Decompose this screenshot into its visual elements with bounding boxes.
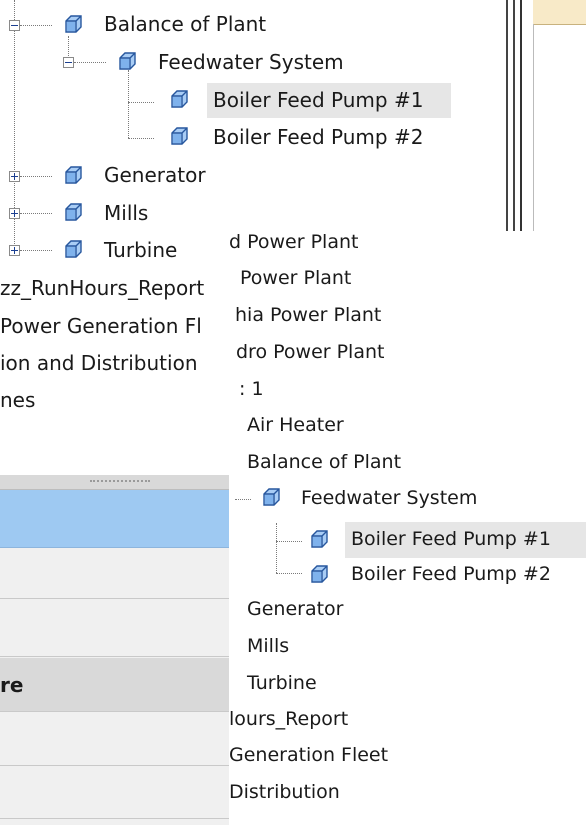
tree-node-turbine-front[interactable]: Turbine: [247, 674, 317, 693]
panel-row[interactable]: [0, 767, 229, 819]
title-strip: [533, 0, 586, 25]
panel-row[interactable]: [0, 600, 229, 657]
panel-row-selected[interactable]: [0, 490, 229, 548]
tree-node-boiler-feed-pump-1-front[interactable]: Boiler Feed Pump #1: [351, 530, 551, 549]
expand-toggle-mills[interactable]: [9, 208, 20, 219]
tree-node-mills[interactable]: Mills: [104, 203, 148, 223]
panel-row[interactable]: [0, 549, 229, 599]
tree-node-feedwater-system-front[interactable]: Feedwater System: [301, 489, 477, 508]
panel-row-header[interactable]: re: [0, 658, 229, 712]
cube-icon: [119, 52, 136, 70]
tree-node-feedwater-system[interactable]: Feedwater System: [158, 52, 344, 72]
tree-node-hydro-power-plant[interactable]: dro Power Plant: [236, 343, 384, 362]
tree-node-power-generation-fleet[interactable]: Power Generation Fl: [0, 316, 202, 336]
tree-node-lines[interactable]: nes: [0, 390, 35, 410]
window-frame-right: [503, 0, 586, 232]
cube-icon: [311, 565, 328, 583]
tree-node-balance-of-plant[interactable]: Balance of Plant: [104, 14, 266, 34]
expand-toggle-turbine[interactable]: [9, 245, 20, 256]
cube-icon: [263, 488, 280, 506]
expand-toggle-generator[interactable]: [9, 171, 20, 182]
cube-icon: [171, 127, 188, 145]
panel-row[interactable]: [0, 713, 229, 766]
tree-node-runhours-report[interactable]: zz_RunHours_Report: [0, 278, 204, 298]
tree-node-generator[interactable]: Generator: [104, 165, 206, 185]
cube-icon: [65, 203, 82, 221]
collapse-toggle-feedwater-system[interactable]: [63, 57, 74, 68]
cube-icon: [65, 240, 82, 258]
tree-node-mills-front[interactable]: Mills: [247, 637, 289, 656]
panel-header-bar[interactable]: [0, 475, 229, 490]
tree-node-distribution[interactable]: Distribution: [229, 783, 340, 802]
property-panel: re: [0, 475, 230, 825]
cube-icon: [65, 166, 82, 184]
tree-node-runhours-report-front[interactable]: lours_Report: [229, 710, 348, 729]
tree-node-transmission-distribution[interactable]: ion and Distribution: [0, 353, 198, 373]
tree-node-boiler-feed-pump-2[interactable]: Boiler Feed Pump #2: [213, 127, 423, 147]
tree-node-generation-fleet[interactable]: Generation Fleet: [229, 746, 388, 765]
tree-node-power-plant-2[interactable]: Power Plant: [240, 269, 351, 288]
tree-node-air-heater[interactable]: Air Heater: [247, 416, 344, 435]
tree-node-power-plant-1[interactable]: d Power Plant: [229, 233, 358, 252]
cube-icon: [311, 530, 328, 548]
tree-node-boiler-feed-pump-2-front[interactable]: Boiler Feed Pump #2: [351, 565, 551, 584]
cube-icon: [65, 15, 82, 33]
collapse-toggle-balance-of-plant[interactable]: [9, 20, 20, 31]
tree-node-balance-of-plant-front[interactable]: Balance of Plant: [247, 453, 401, 472]
tree-node-unit-1[interactable]: : 1: [239, 380, 264, 399]
splitter-grip[interactable]: [90, 480, 150, 482]
tree-node-turbine[interactable]: Turbine: [104, 240, 177, 260]
tree-node-generator-front[interactable]: Generator: [247, 600, 343, 619]
cube-icon: [171, 90, 188, 108]
tree-node-boiler-feed-pump-1[interactable]: Boiler Feed Pump #1: [213, 90, 423, 110]
front-tree: d Power Plant Power Plant hia Power Plan…: [229, 231, 586, 825]
panel-row-label: re: [0, 673, 24, 697]
tree-node-power-plant-3[interactable]: hia Power Plant: [235, 306, 381, 325]
